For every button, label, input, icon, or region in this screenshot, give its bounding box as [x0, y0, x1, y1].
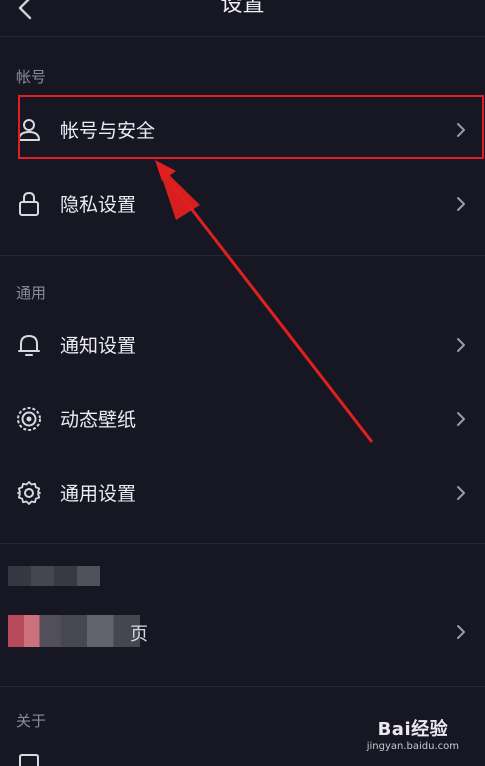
- menu-item-label: 隐私设置: [60, 194, 137, 216]
- section-divider: [0, 686, 485, 687]
- page-title: 设置: [220, 0, 265, 17]
- baidu-jingyan-watermark: Bai经验 jingyan.baidu.com: [367, 715, 459, 752]
- about-item-icon: [19, 754, 39, 766]
- chevron-right-icon: [457, 486, 465, 500]
- chevron-right-icon: [457, 338, 465, 352]
- watermark-url: jingyan.baidu.com: [366, 741, 459, 752]
- live-wallpaper-icon: [17, 407, 41, 431]
- menu-item-label: 动态壁纸: [60, 409, 137, 431]
- annotation-highlight-box: [18, 95, 484, 159]
- blurred-row-content: [8, 615, 140, 647]
- section-label-account: 帐号: [16, 68, 47, 86]
- chevron-right-icon: [457, 197, 465, 211]
- section-divider: [0, 543, 485, 544]
- lock-icon: [19, 191, 39, 216]
- gear-icon: [17, 481, 41, 505]
- menu-item-label: 通知设置: [60, 335, 137, 357]
- section-label-about: 关于: [16, 712, 47, 730]
- menu-item-general-settings[interactable]: 通用设置: [0, 463, 485, 523]
- blurred-section-label: [8, 566, 100, 586]
- section-label-general: 通用: [16, 284, 47, 302]
- menu-item-privacy[interactable]: 隐私设置: [0, 174, 485, 234]
- menu-item-live-wallpaper[interactable]: 动态壁纸: [0, 389, 485, 449]
- menu-item-label: 通用设置: [60, 483, 137, 505]
- blurred-row-trailing-text: 页: [130, 624, 148, 645]
- menu-item-notifications[interactable]: 通知设置: [0, 315, 485, 375]
- chevron-right-icon: [457, 412, 465, 426]
- section-divider: [0, 255, 485, 256]
- watermark-brand: Bai经验: [377, 719, 449, 740]
- top-bar: 设置: [0, 0, 485, 37]
- chevron-right-icon: [457, 625, 465, 639]
- bell-icon: [18, 335, 40, 356]
